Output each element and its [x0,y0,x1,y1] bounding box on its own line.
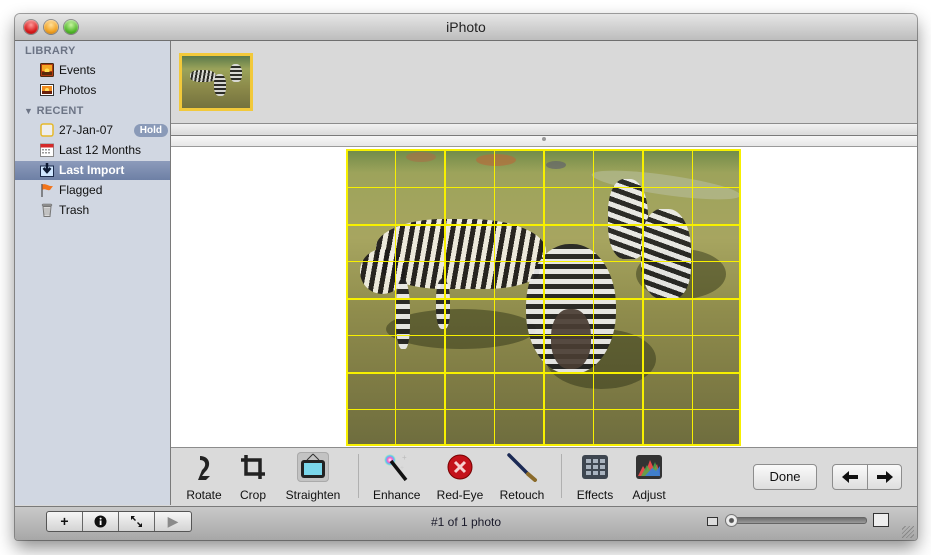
sidebar-item-last-import[interactable]: Last Import [15,161,170,180]
section-heading-label: RECENT [36,105,84,117]
straighten-icon [301,453,325,478]
source-list-sidebar: LIBRARY Events Photos ▼ RECENT 27-Jan-07… [15,41,171,505]
photo-border [346,149,741,446]
iphoto-window: iPhoto LIBRARY Events Photos ▼ RECENT 27… [15,14,917,540]
small-thumbnail-icon [707,517,718,526]
enhance-button[interactable]: + + Enhance [373,452,421,504]
tool-label: Crop [239,488,266,502]
sidebar-item-label: 27-Jan-07 [59,123,114,137]
event-frame-icon [40,123,54,137]
thumbnail-size-knob[interactable] [725,514,738,527]
photo-viewer: ✕ -1.0° [171,147,917,540]
retouch-button[interactable]: Retouch [499,452,545,504]
thumbnail-size-slider[interactable] [725,517,867,524]
window-title: iPhoto [446,19,486,35]
red-eye-button[interactable]: Red-Eye [436,452,484,504]
svg-text:+: + [400,465,404,472]
sidebar-item-label: Last Import [59,163,125,177]
resize-grip[interactable] [902,526,914,538]
adjust-button[interactable]: Adjust [629,452,669,504]
next-photo-button[interactable] [867,465,901,489]
title-bar: iPhoto [15,14,917,41]
previous-photo-button[interactable] [833,465,867,489]
sidebar-item-last-12-months[interactable]: Last 12 Months [15,141,170,160]
arrow-left-icon [842,471,858,483]
sidebar-item-photos[interactable]: Photos [15,81,170,100]
tool-label: Effects [576,488,614,502]
viewer-splitter-handle[interactable] [171,135,917,147]
histogram-icon [636,455,662,479]
magic-wand-icon: ++ [384,453,408,482]
photos-icon [40,84,54,96]
sidebar-item-label: Trash [59,203,90,217]
disclosure-triangle-icon[interactable]: ▼ [24,106,33,116]
sidebar-item-27-jan-07[interactable]: 27-Jan-07 Hold [15,121,170,140]
arrow-right-icon [877,471,893,483]
bottom-bar: + ▶ #1 of 1 photo [15,506,917,540]
sidebar-item-events[interactable]: Events [15,61,170,80]
crop-icon [241,455,265,479]
photo-browser-strip [171,41,917,124]
svg-text:+: + [402,453,407,462]
photo-thumbnail-selected[interactable] [179,53,253,111]
section-heading-library: LIBRARY [25,45,76,57]
flag-icon [41,184,53,197]
trash-icon [41,203,53,217]
section-heading-recent[interactable]: ▼ RECENT [24,105,84,117]
sidebar-item-label: Last 12 Months [59,143,142,157]
sidebar-item-label: Flagged [59,183,103,197]
photo-navigation [832,464,902,490]
done-button[interactable]: Done [753,464,817,490]
sidebar-item-label: Events [59,63,96,77]
red-eye-icon [447,454,473,480]
brush-icon [507,453,537,482]
tool-label: Enhance [373,488,421,502]
sidebar-item-flagged[interactable]: Flagged [15,181,170,200]
hold-badge: Hold [133,124,168,137]
toolbar-separator [358,454,359,498]
tool-label: Rotate [186,488,222,502]
crop-button[interactable]: Crop [237,452,269,504]
straighten-button[interactable]: Straighten [284,452,342,504]
edit-toolbar: Rotate Crop Straighten + + Enhance Red-E… [171,447,917,506]
effects-grid-icon [582,455,608,479]
sidebar-item-trash[interactable]: Trash [15,201,170,220]
effects-button[interactable]: Effects [575,452,615,504]
sidebar-item-label: Photos [59,83,97,97]
tool-label: Retouch [499,488,545,502]
tool-label: Adjust [632,488,666,502]
rotate-icon [198,456,210,480]
splitter-grip-icon[interactable] [542,137,546,141]
tool-label: Straighten [285,488,341,502]
events-icon [40,63,54,77]
calendar-icon [40,143,54,157]
large-thumbnail-icon [873,513,889,527]
edited-photo[interactable] [346,149,741,446]
tool-label: Red-Eye [436,488,484,502]
import-icon [40,163,54,177]
rotate-button[interactable]: Rotate [185,452,223,504]
toolbar-separator [561,454,562,498]
